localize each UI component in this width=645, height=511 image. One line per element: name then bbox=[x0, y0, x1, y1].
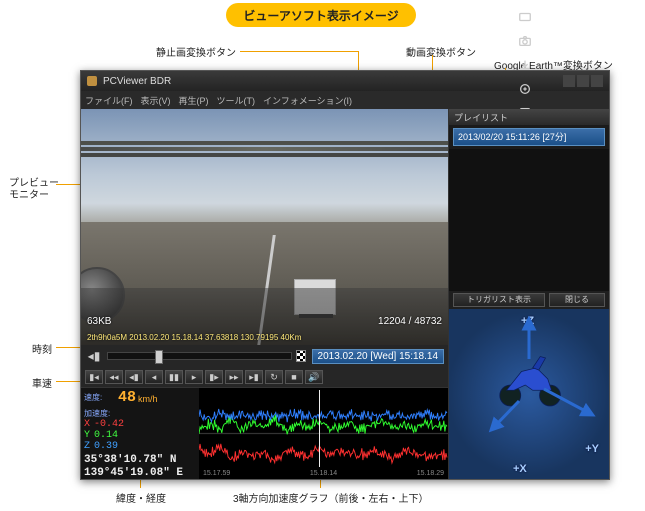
menu-info[interactable]: インフォメーション(I) bbox=[263, 94, 352, 107]
graph-tick: 15.18.29 bbox=[417, 470, 444, 477]
step-back-button[interactable]: ◂◂ bbox=[105, 370, 123, 384]
mute-button[interactable]: 🔊 bbox=[305, 370, 323, 384]
menu-file[interactable]: ファイル(F) bbox=[85, 94, 133, 107]
attitude-3d-view[interactable]: +Z +Y +X bbox=[449, 309, 609, 479]
rewind-button[interactable]: ◂▮ bbox=[125, 370, 143, 384]
close-panel-button[interactable]: 閉じる bbox=[549, 293, 605, 307]
accel-z-label: Z bbox=[84, 441, 90, 452]
axis-x-label: +X bbox=[513, 463, 527, 475]
callout-coords: 緯度・経度 bbox=[116, 490, 166, 505]
camera-icon[interactable] bbox=[516, 33, 534, 49]
accel-z-value: 0.39 bbox=[94, 441, 118, 452]
pcviewer-window: PCViewer BDR ファイル(F) 表示(V) 再生(P) ツール(T) … bbox=[80, 70, 610, 480]
playlist-empty bbox=[449, 149, 609, 291]
loop-button[interactable]: ↻ bbox=[265, 370, 283, 384]
play-button[interactable]: ▸ bbox=[185, 370, 203, 384]
prev-file-button[interactable]: ▮◂ bbox=[85, 370, 103, 384]
transport-controls: ▮◂ ◂◂ ◂▮ ◂ ▮▮ ▸ ▮▸ ▸▸ ▸▮ ↻ ■ 🔊 bbox=[81, 367, 448, 387]
next-file-button[interactable]: ▸▮ bbox=[245, 370, 263, 384]
speed-value: 48 bbox=[118, 389, 136, 406]
trigger-list-button[interactable]: トリガリスト表示 bbox=[453, 293, 545, 307]
menu-play[interactable]: 再生(P) bbox=[179, 94, 209, 107]
osd-meta: 2th9h0a5M 2013.02.20 15.18.14 37.63818 1… bbox=[87, 333, 301, 342]
speed-label: 速度: bbox=[84, 392, 118, 403]
accel-graph[interactable]: 15.17.59 15.18.14 15.18.29 bbox=[199, 388, 448, 479]
menu-view[interactable]: 表示(V) bbox=[141, 94, 171, 107]
movie-convert-icon[interactable] bbox=[516, 81, 534, 97]
accel-x-label: X bbox=[84, 419, 90, 430]
menu-tools[interactable]: ツール(T) bbox=[217, 94, 256, 107]
menubar: ファイル(F) 表示(V) 再生(P) ツール(T) インフォメーション(I) bbox=[81, 91, 609, 109]
graph-tick: 15.17.59 bbox=[203, 470, 230, 477]
speed-unit: km/h bbox=[138, 394, 158, 406]
window-title: PCViewer BDR bbox=[103, 76, 171, 87]
stop-button[interactable]: ■ bbox=[285, 370, 303, 384]
graph-cursor[interactable] bbox=[319, 390, 320, 467]
preview-monitor[interactable]: 63KB 12204 / 48732 2th9h0a5M 2013.02.20 … bbox=[81, 109, 448, 345]
longitude-value: 139°45'19.08" E bbox=[84, 467, 196, 480]
frame-size-osd: 63KB bbox=[87, 316, 111, 327]
stats-panel: 速度: 48 km/h 加速度: X -0.42 Y 0.14 Z 0.39 bbox=[81, 388, 199, 479]
callout-preview: プレビュー モニター bbox=[9, 178, 59, 202]
motorcycle-graphic bbox=[489, 349, 569, 409]
axis-z-label: +Z bbox=[521, 315, 534, 327]
playlist-header: プレイリスト bbox=[449, 109, 609, 125]
seek-thumb[interactable] bbox=[155, 350, 163, 364]
callout-graph: 3軸方向加速度グラフ（前後・左右・上下） bbox=[233, 490, 429, 505]
callout-still: 静止画変換ボタン bbox=[156, 44, 236, 59]
playlist-item[interactable]: 2013/02/20 15:11:26 [27分] bbox=[453, 128, 605, 146]
step-fwd-button[interactable]: ▸▸ bbox=[225, 370, 243, 384]
checker-flag-icon bbox=[296, 350, 306, 362]
accel-x-value: -0.42 bbox=[94, 419, 124, 430]
callout-speed: 車速 bbox=[32, 375, 52, 390]
app-icon bbox=[87, 76, 97, 86]
accel-y-label: Y bbox=[84, 430, 90, 441]
axis-y-label: +Y bbox=[585, 443, 599, 455]
mark-start-icon[interactable]: ◂▮ bbox=[85, 348, 103, 364]
frame-counter-osd: 12204 / 48732 bbox=[378, 316, 442, 327]
export-icon[interactable] bbox=[516, 57, 534, 73]
accel-y-value: 0.14 bbox=[94, 430, 118, 441]
accel-label: 加速度: bbox=[84, 408, 118, 419]
callout-time: 時刻 bbox=[32, 341, 52, 356]
graph-tick: 15.18.14 bbox=[310, 470, 337, 477]
latitude-value: 35°38'10.78" N bbox=[84, 454, 196, 467]
seek-track[interactable] bbox=[107, 352, 292, 360]
play-back-button[interactable]: ◂ bbox=[145, 370, 163, 384]
timecode-box: 2013.02.20 [Wed] 15:18.14 bbox=[312, 349, 444, 364]
pause-button[interactable]: ▮▮ bbox=[165, 370, 183, 384]
page-banner: ビューアソフト表示イメージ bbox=[226, 3, 416, 27]
capture1-icon[interactable] bbox=[516, 9, 534, 25]
forward-button[interactable]: ▮▸ bbox=[205, 370, 223, 384]
timeline[interactable]: ◂▮ 2013.02.20 [Wed] 15:18.14 bbox=[81, 345, 448, 367]
